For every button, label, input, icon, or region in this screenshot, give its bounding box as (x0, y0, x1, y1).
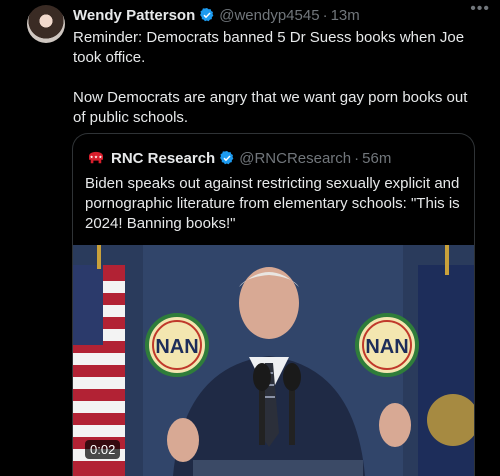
verified-badge-icon (220, 151, 234, 165)
tweet-paragraph: Now Democrats are angry that we want gay… (73, 89, 468, 126)
author-avatar[interactable] (27, 5, 65, 43)
video-frame: NAN NAN (73, 245, 474, 476)
tweet[interactable]: Wendy Patterson @wendyp4545 · 13m ••• Re… (0, 0, 500, 476)
rnc-elephant-icon (89, 151, 103, 164)
video-player[interactable]: NAN NAN 0:02 (73, 245, 474, 476)
quoted-time[interactable]: 56m (362, 150, 391, 167)
more-options-icon[interactable]: ••• (470, 0, 490, 18)
verified-badge-icon (200, 8, 214, 22)
quoted-author-handle[interactable]: @RNCResearch (239, 150, 351, 167)
nan-logo-text: NAN (155, 336, 198, 358)
tweet-text: Reminder: Democrats banned 5 Dr Suess bo… (73, 28, 483, 148)
separator-dot: · (354, 149, 360, 167)
tweet-paragraph: Reminder: Democrats banned 5 Dr Suess bo… (73, 29, 465, 66)
quoted-tweet[interactable]: RNC Research @RNCResearch · 56m Biden sp… (72, 133, 475, 476)
quoted-header: RNC Research @RNCResearch · 56m (87, 148, 391, 168)
quoted-text: Biden speaks out against restricting sex… (85, 175, 460, 232)
video-timestamp: 0:02 (85, 440, 121, 459)
separator-dot: · (322, 6, 328, 24)
flag-right (418, 245, 474, 476)
nan-logo-left: NAN (145, 313, 209, 377)
author-name[interactable]: Wendy Patterson (73, 7, 195, 24)
nan-logo-right: NAN (355, 313, 419, 377)
author-handle[interactable]: @wendyp4545 (219, 7, 319, 24)
quoted-author-name[interactable]: RNC Research (111, 150, 215, 167)
nan-logo-text: NAN (365, 336, 408, 358)
tweet-time[interactable]: 13m (331, 7, 360, 24)
tweet-header: Wendy Patterson @wendyp4545 · 13m (73, 5, 490, 25)
